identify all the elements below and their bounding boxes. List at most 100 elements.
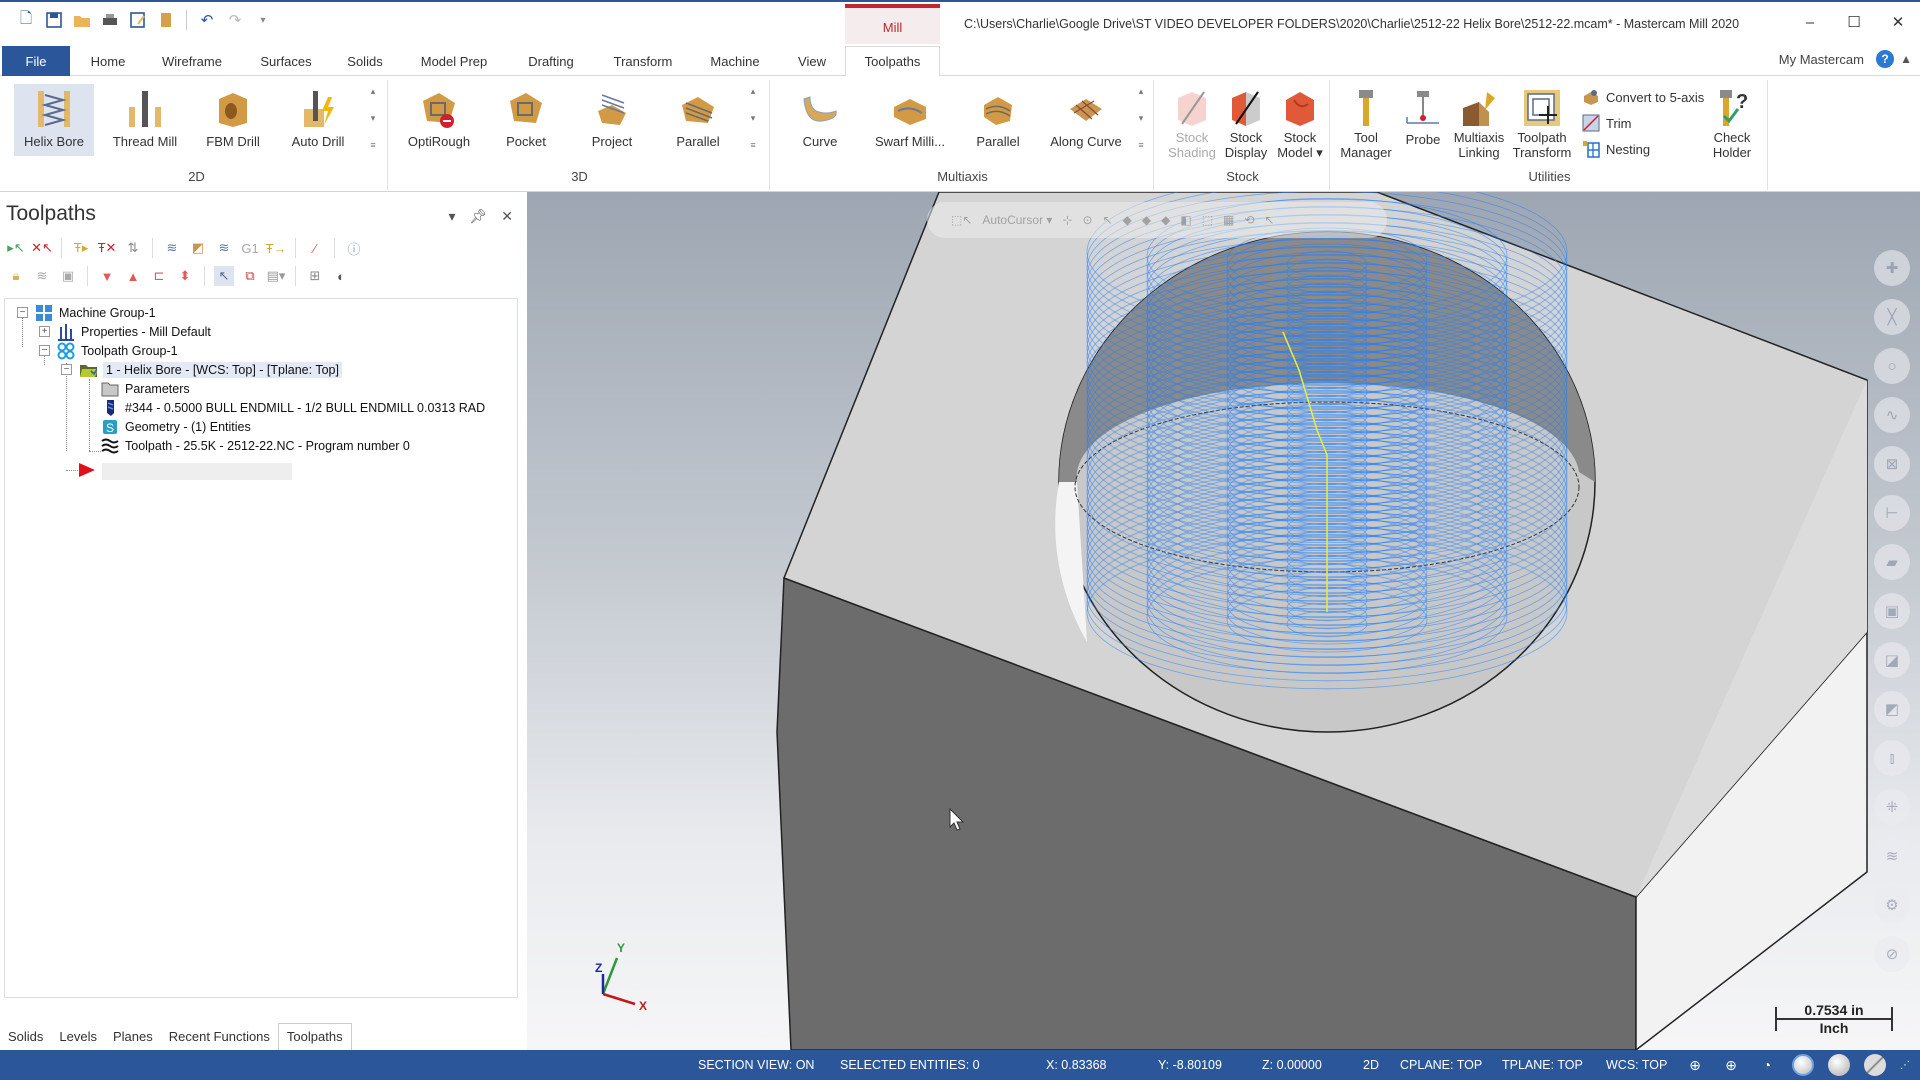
shaded-edges-icon[interactable] xyxy=(1828,1054,1850,1076)
stock-model-button[interactable]: Stock Model ▾ xyxy=(1274,84,1326,160)
fbm-drill-button[interactable]: FBM Drill xyxy=(194,84,272,156)
toggle-display-icon[interactable]: ≋ xyxy=(32,266,52,286)
wireframe-view-icon[interactable]: ⊕ xyxy=(1684,1054,1706,1076)
verify-select-icon[interactable]: ▦ xyxy=(1223,213,1234,227)
tplane-status[interactable]: TPLANE: TOP xyxy=(1502,1058,1583,1072)
manager-tab-planes[interactable]: Planes xyxy=(105,1029,161,1050)
new-file-icon[interactable]: 🗋 xyxy=(16,10,36,30)
multiaxis-linking-button[interactable]: Multiaxis Linking xyxy=(1448,84,1510,160)
reselect-icon[interactable]: ↖ xyxy=(1264,213,1274,227)
autocursor-dropdown[interactable]: AutoCursor ▾ xyxy=(982,213,1052,227)
insert-after-icon[interactable]: ⊏ xyxy=(149,266,169,286)
mask-settings-icon[interactable]: ⚙ xyxy=(1874,887,1910,923)
deselect-all-icon[interactable]: ✕↖ xyxy=(31,238,53,258)
move-up-icon[interactable]: ▲ xyxy=(123,266,143,286)
mask-solids-icon[interactable]: ▰ xyxy=(1874,544,1910,580)
mask-dimensions-icon[interactable]: ⊢ xyxy=(1874,495,1910,531)
hidden-dashed-icon[interactable]: ◔ xyxy=(1756,1054,1778,1076)
collapse-ribbon-icon[interactable]: ▲ xyxy=(1900,52,1912,66)
swarf-milling-button[interactable]: Swarf Milli... xyxy=(864,84,956,156)
regenerate-dirty-icon[interactable]: Ŧ✕ xyxy=(97,238,117,258)
hidden-line-icon[interactable]: ⊕ xyxy=(1720,1054,1742,1076)
tab-solids[interactable]: Solids xyxy=(340,46,390,76)
translucency-icon[interactable] xyxy=(1864,1054,1886,1076)
manager-tab-levels[interactable]: Levels xyxy=(51,1029,105,1050)
mask-results-icon[interactable]: ⁜ xyxy=(1874,789,1910,825)
mask-points-icon[interactable]: ✚ xyxy=(1874,250,1910,286)
select-all-operations-icon[interactable]: ▸↖ xyxy=(6,238,26,258)
tab-toolpaths[interactable]: Toolpaths xyxy=(845,46,940,77)
sort-icon[interactable]: ⇅ xyxy=(123,238,143,258)
redo-icon[interactable]: ↷ xyxy=(225,10,245,30)
tool-manager-button[interactable]: Tool Manager xyxy=(1336,84,1396,160)
thread-mill-button[interactable]: Thread Mill xyxy=(102,84,188,156)
mill-context-tab[interactable]: Mill xyxy=(845,4,940,46)
regenerate-selected-icon[interactable]: Ŧ▸ xyxy=(71,238,91,258)
tab-wireframe[interactable]: Wireframe xyxy=(152,46,232,76)
selected-entities-status[interactable]: SELECTED ENTITIES: 0 xyxy=(840,1058,980,1072)
optirough-button[interactable]: OptiRough xyxy=(396,84,482,156)
mask-lines-icon[interactable]: ╳ xyxy=(1874,299,1910,335)
select-icon[interactable]: ↖ xyxy=(1103,213,1113,227)
along-curve-button[interactable]: Along Curve xyxy=(1040,84,1132,156)
auto-drill-button[interactable]: Auto Drill xyxy=(278,84,358,156)
select-toolpath-icon[interactable]: ↖ xyxy=(214,266,234,286)
tree-item-operation-helix-bore[interactable]: 1 - Helix Bore - [WCS: Top] - [Tplane: T… xyxy=(79,361,342,379)
tab-file[interactable]: File xyxy=(2,46,70,76)
gallery-scroll-multiaxis[interactable]: ▴ ▾ ≡ xyxy=(1134,86,1148,150)
scroll-to-insert-icon[interactable]: ⬍ xyxy=(175,266,195,286)
collapse-machine-group[interactable]: − xyxy=(17,307,28,318)
pin-icon[interactable]: 📌︎ xyxy=(469,208,487,225)
tree-item-toolpath-group[interactable]: Toolpath Group-1 xyxy=(57,342,178,360)
autocursor-select-icon[interactable]: ⬚↖ xyxy=(951,213,972,227)
select-mode-2-icon[interactable]: ◆ xyxy=(1142,213,1151,227)
parallel-multiaxis-button[interactable]: Parallel xyxy=(958,84,1038,156)
section-view-status[interactable]: SECTION VIEW: ON xyxy=(698,1058,814,1072)
shaded-icon[interactable] xyxy=(1792,1054,1814,1076)
close-button[interactable]: ✕ xyxy=(1876,4,1920,40)
resize-grip-icon[interactable]: ⋰ xyxy=(1900,1054,1910,1076)
clear-selection-icon[interactable]: ⟲ xyxy=(1244,213,1254,227)
helix-bore-button[interactable]: Helix Bore xyxy=(14,84,94,156)
toolpath-transform-button[interactable]: Toolpath Transform xyxy=(1510,84,1574,160)
verify-icon[interactable]: ◩ xyxy=(188,238,208,258)
tab-surfaces[interactable]: Surfaces xyxy=(250,46,322,76)
manager-tab-toolpaths[interactable]: Toolpaths xyxy=(277,1023,352,1050)
gallery-scroll-2d[interactable]: ▴ ▾ ≡ xyxy=(366,86,380,150)
check-holder-button[interactable]: ? Check Holder xyxy=(1702,84,1762,160)
nesting-button[interactable]: Nesting xyxy=(1582,140,1650,158)
wcs-status[interactable]: WCS: TOP xyxy=(1606,1058,1667,1072)
tab-home[interactable]: Home xyxy=(84,46,132,76)
z-coordinate[interactable]: Z: 0.00000 xyxy=(1262,1058,1322,1072)
minimize-button[interactable]: – xyxy=(1788,4,1832,40)
select-mode-3-icon[interactable]: ◆ xyxy=(1161,213,1170,227)
tree-item-machine-group[interactable]: Machine Group-1 xyxy=(35,304,156,322)
pocket-3d-button[interactable]: Pocket xyxy=(486,84,566,156)
merge-icon[interactable] xyxy=(156,10,176,30)
open-icon[interactable] xyxy=(72,10,92,30)
manager-tab-recent-functions[interactable]: Recent Functions xyxy=(161,1029,278,1050)
save-icon[interactable] xyxy=(44,10,64,30)
mask-arcs-icon[interactable]: ○ xyxy=(1874,348,1910,384)
tab-machine[interactable]: Machine xyxy=(702,46,768,76)
trim-button[interactable]: Trim xyxy=(1582,114,1632,132)
insert-arrow[interactable] xyxy=(77,461,95,479)
clear-masks-icon[interactable]: ⊘ xyxy=(1874,936,1910,972)
toolpath-filter-icon[interactable]: ⊞ xyxy=(305,266,325,286)
tab-drafting[interactable]: Drafting xyxy=(518,46,584,76)
solid-select-icon[interactable]: ◧ xyxy=(1180,213,1191,227)
post-selected-icon[interactable]: Ŧ→ xyxy=(266,238,287,258)
tab-model-prep[interactable]: Model Prep xyxy=(410,46,498,76)
print-icon[interactable] xyxy=(100,10,120,30)
save-as-icon[interactable] xyxy=(128,10,148,30)
panel-close-icon[interactable]: ✕ xyxy=(501,208,513,225)
graphics-viewport[interactable]: ⬚↖ AutoCursor ▾ ⊹ ⊙ ↖ ◆ ◆ ◆ ◧ ⬚ ▦ ⟲ ↖ ✚ … xyxy=(527,192,1920,1050)
tree-item-properties[interactable]: Properties - Mill Default xyxy=(57,323,211,341)
backplot-icon[interactable]: ≋ xyxy=(162,238,182,258)
customize-qat-icon[interactable]: ▾ xyxy=(253,10,273,30)
my-mastercam-link[interactable]: My Mastercam xyxy=(1779,52,1864,67)
manager-tab-solids[interactable]: Solids xyxy=(0,1029,51,1050)
lock-icon[interactable]: 🔒︎ xyxy=(6,266,26,286)
mask-level-icon[interactable]: ◩ xyxy=(1874,691,1910,727)
tab-transform[interactable]: Transform xyxy=(604,46,682,76)
